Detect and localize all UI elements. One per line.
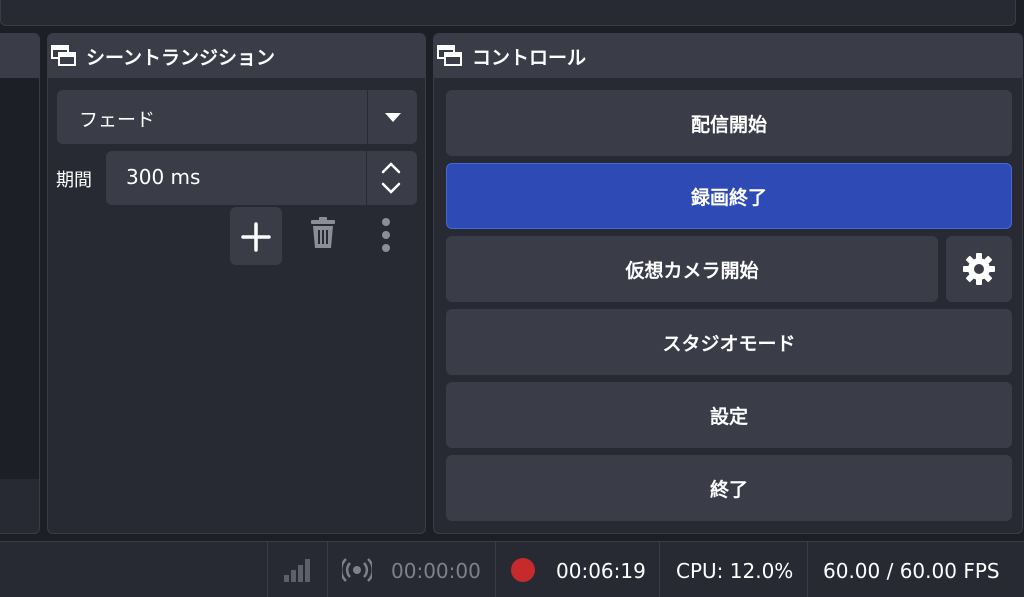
status-separator	[327, 542, 328, 597]
status-separator	[495, 542, 496, 597]
dock-window-icon[interactable]	[50, 44, 78, 68]
scene-transitions-title: シーントランジション	[86, 46, 276, 69]
duration-spinbox[interactable]: 300 ms	[106, 151, 417, 205]
settings-button[interactable]: 設定	[446, 382, 1012, 448]
transition-type-value: フェード	[79, 109, 156, 131]
chevron-up-icon[interactable]	[379, 161, 403, 175]
transition-properties-button[interactable]	[363, 207, 415, 265]
duration-label: 期間	[56, 170, 92, 191]
status-separator	[659, 542, 660, 597]
more-vertical-icon	[382, 218, 390, 252]
remove-transition-button[interactable]	[298, 207, 350, 265]
top-panel	[0, 0, 1016, 26]
scene-transitions-header: シーントランジション	[48, 34, 425, 78]
stop-recording-button[interactable]: 録画終了	[446, 163, 1012, 229]
combo-divider	[367, 90, 368, 144]
add-transition-button[interactable]	[230, 207, 282, 265]
chevron-down-icon[interactable]	[383, 110, 403, 124]
record-time: 00:06:19	[556, 559, 646, 583]
controls-title: コントロール	[472, 46, 587, 69]
transition-type-select[interactable]: フェード	[57, 90, 417, 144]
scenes-dock-list[interactable]	[0, 78, 39, 479]
scenes-dock-header	[0, 34, 39, 78]
trash-icon	[311, 217, 335, 248]
status-separator	[267, 542, 268, 597]
record-icon	[511, 558, 535, 582]
broadcast-icon	[342, 558, 372, 582]
cpu-usage: CPU: 12.0%	[676, 559, 794, 583]
studio-mode-button[interactable]: スタジオモード	[446, 309, 1012, 375]
plus-icon	[241, 222, 271, 252]
virtual-camera-settings-button[interactable]	[946, 236, 1012, 302]
start-streaming-button[interactable]: 配信開始	[446, 90, 1012, 156]
top-area	[0, 0, 1024, 32]
chevron-down-icon[interactable]	[379, 181, 403, 195]
stream-time: 00:00:00	[391, 559, 481, 583]
gear-icon	[963, 253, 995, 285]
fps-readout: 60.00 / 60.00 FPS	[823, 559, 1000, 583]
controls-header: コントロール	[434, 34, 1022, 78]
controls-dock: コントロール 配信開始 録画終了 仮想カメラ開始 スタジオモード 設定 終了	[433, 33, 1023, 534]
signal-bars-icon	[284, 559, 310, 582]
duration-value: 300 ms	[126, 165, 201, 189]
status-bar: 00:00:00 00:06:19 CPU: 12.0% 60.00 / 60.…	[0, 541, 1024, 597]
scenes-dock-partial	[0, 33, 40, 534]
exit-button[interactable]: 終了	[446, 455, 1012, 521]
status-separator	[807, 542, 808, 597]
dock-window-icon[interactable]	[436, 44, 464, 68]
scene-transitions-dock: シーントランジション フェード 期間 300 ms	[47, 33, 426, 534]
spin-divider	[366, 151, 367, 205]
start-virtual-camera-button[interactable]: 仮想カメラ開始	[446, 236, 938, 302]
